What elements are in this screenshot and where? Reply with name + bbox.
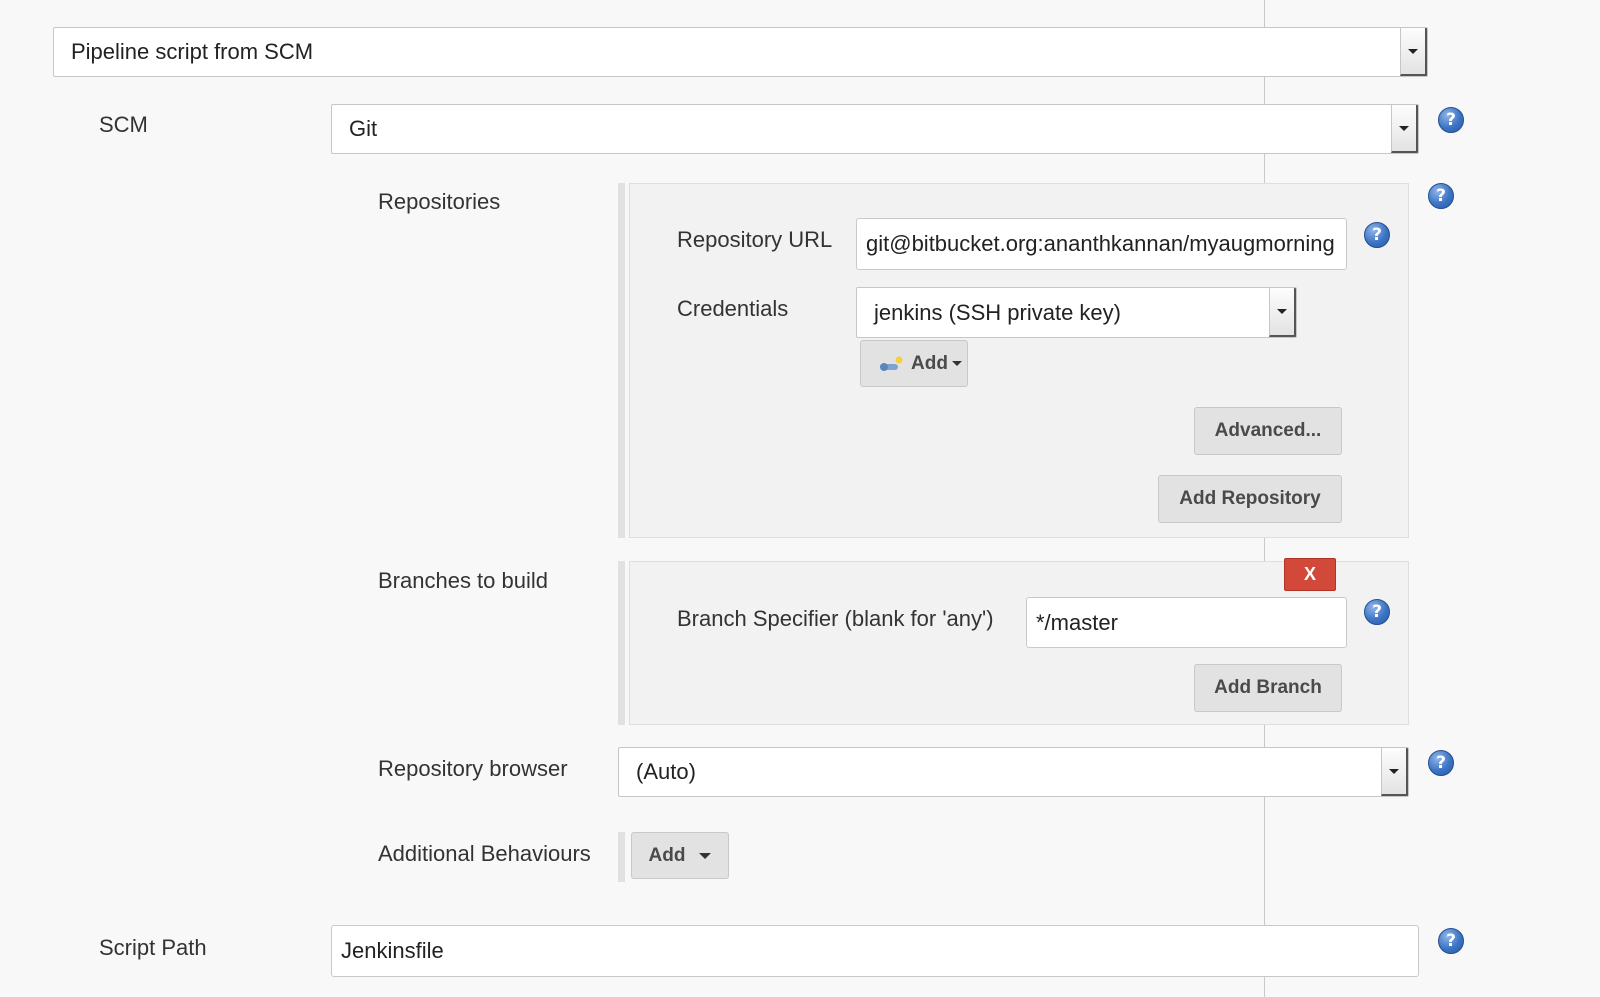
caret-down-icon <box>951 361 962 366</box>
caret-down-icon <box>699 852 712 859</box>
branches-label: Branches to build <box>378 568 548 593</box>
behaviours-bar <box>618 832 625 882</box>
repository-browser-value: (Auto) <box>636 759 696 784</box>
definition-select[interactable]: Pipeline script from SCM <box>53 27 1428 77</box>
add-repository-button[interactable]: Add Repository <box>1158 475 1342 523</box>
help-icon[interactable]: ? <box>1438 928 1464 954</box>
behaviours-add-button[interactable]: Add <box>631 832 729 879</box>
script-path-label: Script Path <box>99 935 207 960</box>
branch-specifier-input[interactable]: */master <box>1026 597 1347 648</box>
chevron-down-icon <box>1400 28 1427 76</box>
advanced-button[interactable]: Advanced... <box>1194 407 1342 455</box>
credentials-add-label: Add <box>911 352 948 374</box>
repository-url-input[interactable]: git@bitbucket.org:ananthkannan/myaugmorn… <box>856 218 1347 270</box>
chevron-down-icon <box>1269 288 1296 337</box>
repositories-label: Repositories <box>378 189 501 214</box>
help-icon[interactable]: ? <box>1428 183 1454 209</box>
repository-browser-select[interactable]: (Auto) <box>618 747 1409 797</box>
add-branch-button[interactable]: Add Branch <box>1194 664 1342 712</box>
credentials-label: Credentials <box>677 296 789 321</box>
key-icon <box>880 356 903 371</box>
script-path-input[interactable]: Jenkinsfile <box>331 925 1419 977</box>
chevron-down-icon <box>1381 748 1408 796</box>
definition-select-value: Pipeline script from SCM <box>71 39 314 64</box>
scm-label: SCM <box>99 112 148 137</box>
credentials-add-button[interactable]: Add <box>860 340 968 387</box>
help-icon[interactable]: ? <box>1364 222 1390 248</box>
branches-bar <box>618 561 625 725</box>
credentials-select-value: jenkins (SSH private key) <box>874 299 1121 325</box>
repository-url-label: Repository URL <box>677 227 833 252</box>
help-icon[interactable]: ? <box>1428 750 1454 776</box>
help-icon[interactable]: ? <box>1438 107 1464 133</box>
additional-behaviours-label: Additional Behaviours <box>378 841 591 866</box>
repositories-bar <box>618 183 625 538</box>
branch-specifier-label: Branch Specifier (blank for 'any') <box>677 606 994 631</box>
branch-specifier-value: */master <box>1036 609 1118 635</box>
credentials-select[interactable]: jenkins (SSH private key) <box>856 287 1297 338</box>
scm-select[interactable]: Git <box>331 104 1419 154</box>
repository-url-value: git@bitbucket.org:ananthkannan/myaugmorn… <box>866 231 1335 256</box>
delete-branch-button[interactable]: X <box>1284 558 1336 591</box>
repository-browser-label: Repository browser <box>378 756 568 781</box>
help-icon[interactable]: ? <box>1364 599 1390 625</box>
chevron-down-icon <box>1391 105 1418 153</box>
scm-select-value: Git <box>349 116 378 141</box>
behaviours-add-label: Add <box>648 844 686 866</box>
script-path-value: Jenkinsfile <box>341 938 444 963</box>
